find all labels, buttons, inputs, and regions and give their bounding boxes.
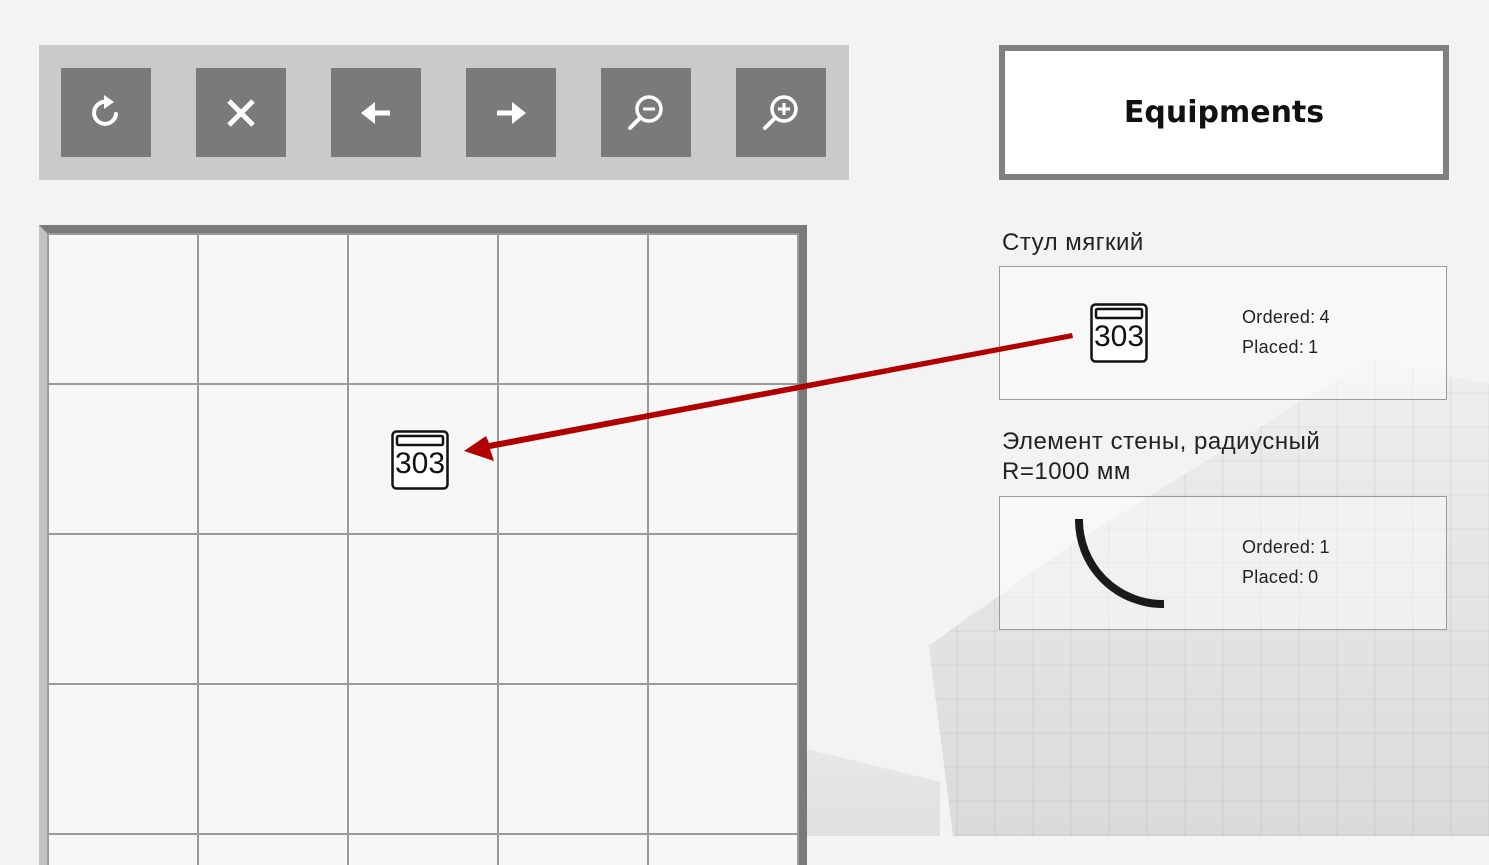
drag-arrow	[464, 333, 1073, 461]
drag-arrow-overlay	[464, 333, 1073, 461]
